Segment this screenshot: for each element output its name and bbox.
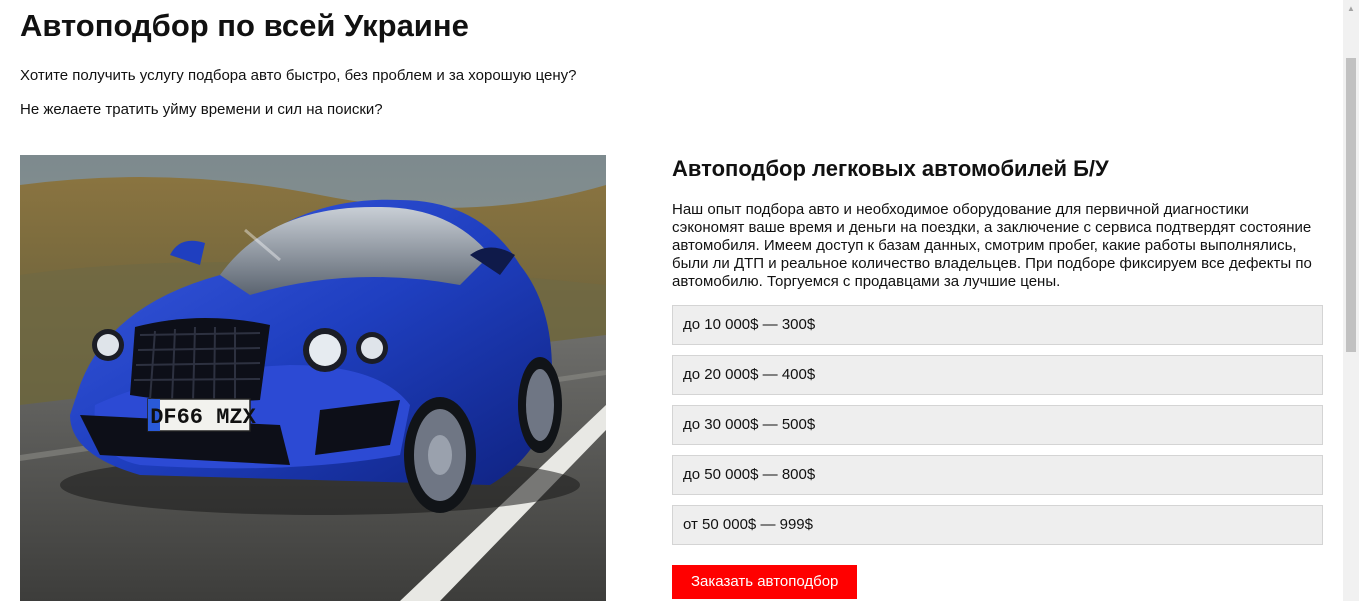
hero-car-image: DF66 MZX xyxy=(20,155,606,601)
price-item-30000: до 30 000$ — 500$ xyxy=(672,405,1323,445)
price-item-over-50000: от 50 000$ — 999$ xyxy=(672,505,1323,545)
intro-question-speed: Хотите получить услугу подбора авто быст… xyxy=(20,67,577,84)
license-plate-text: DF66 MZX xyxy=(150,405,256,430)
vertical-scrollbar[interactable]: ▲ xyxy=(1343,0,1359,601)
service-subtitle: Автоподбор легковых автомобилей Б/У xyxy=(672,156,1109,181)
price-item-10000: до 10 000$ — 300$ xyxy=(672,305,1323,345)
scroll-up-arrow-icon[interactable]: ▲ xyxy=(1343,0,1359,17)
scrollbar-thumb[interactable] xyxy=(1346,58,1356,352)
service-panel: Автоподбор легковых автомобилей Б/У Наш … xyxy=(672,152,1323,599)
price-item-20000: до 20 000$ — 400$ xyxy=(672,355,1323,395)
page: Автоподбор по всей Украине Хотите получи… xyxy=(0,0,1343,601)
price-item-50000: до 50 000$ — 800$ xyxy=(672,455,1323,495)
car-photo-illustration: DF66 MZX xyxy=(20,155,606,601)
page-title: Автоподбор по всей Украине xyxy=(20,8,469,43)
price-list: до 10 000$ — 300$ до 20 000$ — 400$ до 3… xyxy=(672,305,1323,545)
order-car-selection-button[interactable]: Заказать автоподбор xyxy=(672,565,858,599)
intro-question-time: Не желаете тратить уйму времени и сил на… xyxy=(20,101,383,118)
service-description: Наш опыт подбора авто и необходимое обор… xyxy=(672,201,1312,290)
